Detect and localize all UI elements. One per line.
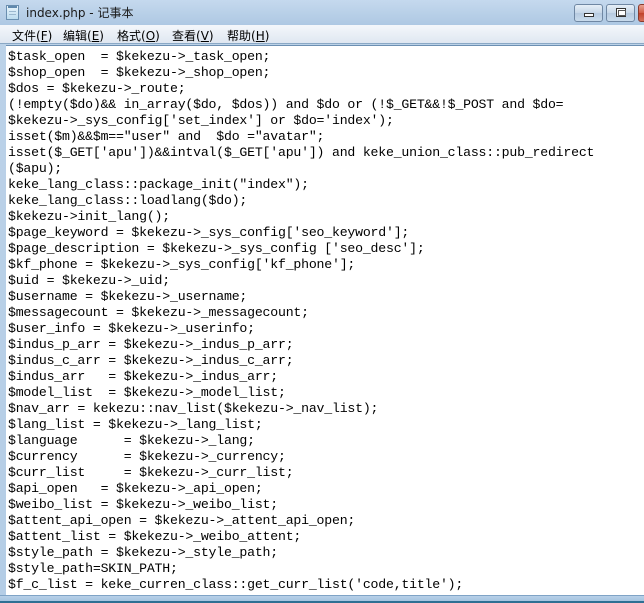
code-line: $weibo_list = $kekezu->_weibo_list;	[8, 497, 278, 512]
code-line: $uid = $kekezu->_uid;	[8, 273, 170, 288]
text-editor-area[interactable]: $task_open = $kekezu->_task_open; $shop_…	[6, 45, 644, 595]
menu-view[interactable]: 查看(V)	[172, 27, 214, 44]
menu-view-accel: V	[200, 29, 209, 43]
code-line: $kf_phone = $kekezu->_sys_config['kf_pho…	[8, 257, 356, 272]
maximize-button[interactable]	[606, 4, 635, 22]
code-line: $username = $kekezu->_username;	[8, 289, 248, 304]
code-line: $currency = $kekezu->_currency;	[8, 449, 286, 464]
window-title: index.php - 记事本	[26, 6, 134, 20]
menu-bar: 文件(F) 编辑(E) 格式(O) 查看(V) 帮助(H)	[0, 25, 644, 44]
code-line: keke_lang_class::loadlang($do);	[8, 193, 248, 208]
menu-help-label: 帮助	[227, 29, 252, 43]
minimize-icon	[584, 13, 594, 17]
code-line: $user_info = $kekezu->_userinfo;	[8, 321, 255, 336]
window-bottom-border	[0, 595, 644, 603]
code-line: $nav_arr = kekezu::nav_list($kekezu->_na…	[8, 401, 379, 416]
menu-format-accel: O	[145, 29, 156, 43]
menu-edit[interactable]: 编辑(E)	[63, 27, 104, 44]
code-line: ($apu);	[8, 161, 62, 176]
code-line: $style_path=SKIN_PATH;	[8, 561, 178, 576]
code-line: $lang_list = $kekezu->_lang_list;	[8, 417, 263, 432]
menu-edit-accel: E	[91, 29, 100, 43]
code-line: $api_open = $kekezu->_api_open;	[8, 481, 263, 496]
code-line: $f_c_list = keke_curren_class::get_curr_…	[8, 577, 464, 592]
code-line: $style_path = $kekezu->_style_path;	[8, 545, 278, 560]
code-line: isset($m)&&$m=="user" and $do ="avatar";	[8, 129, 325, 144]
code-line: $page_description = $kekezu->_sys_config…	[8, 241, 425, 256]
code-line: $messagecount = $kekezu->_messagecount;	[8, 305, 309, 320]
maximize-icon	[616, 8, 626, 17]
code-line: (!empty($do)&& in_array($do, $dos)) and …	[8, 97, 564, 112]
close-button[interactable]	[638, 4, 644, 22]
code-line: $page_keyword = $kekezu->_sys_config['se…	[8, 225, 410, 240]
menu-help-accel: H	[255, 29, 265, 43]
code-line: $attent_api_open = $kekezu->_attent_api_…	[8, 513, 356, 528]
code-line: $kekezu->_sys_config['set_index'] or $do…	[8, 113, 394, 128]
menu-file-accel: F	[40, 29, 48, 43]
code-line: $kekezu->init_lang();	[8, 209, 170, 224]
code-line: $indus_p_arr = $kekezu->_indus_p_arr;	[8, 337, 294, 352]
code-line: $model_list = $kekezu->_model_list;	[8, 385, 286, 400]
code-line: $shop_open = $kekezu->_shop_open;	[8, 65, 271, 80]
notepad-icon[interactable]	[6, 5, 19, 20]
menu-file[interactable]: 文件(F)	[12, 27, 52, 44]
notepad-window: index.php - 记事本 文件(F) 编辑(E) 格式(O) 查看(V) …	[0, 0, 644, 603]
menu-format-label: 格式	[117, 29, 142, 43]
code-line: $dos = $kekezu->_route;	[8, 81, 186, 96]
menu-edit-label: 编辑	[63, 29, 88, 43]
minimize-button[interactable]	[574, 4, 603, 22]
code-line: $curr_list = $kekezu->_curr_list;	[8, 465, 294, 480]
menu-file-label: 文件	[12, 29, 37, 43]
menu-view-label: 查看	[172, 29, 197, 43]
code-line: keke_lang_class::package_init("index");	[8, 177, 309, 192]
code-line: $task_open = $kekezu->_task_open;	[8, 49, 271, 64]
menu-format[interactable]: 格式(O)	[117, 27, 160, 44]
menu-help[interactable]: 帮助(H)	[227, 27, 269, 44]
code-line: $attent_list = $kekezu->_weibo_attent;	[8, 529, 302, 544]
code-line: $language = $kekezu->_lang;	[8, 433, 255, 448]
code-line: $indus_arr = $kekezu->_indus_arr;	[8, 369, 278, 384]
code-line: isset($_GET['apu'])&&intval($_GET['apu']…	[8, 145, 595, 160]
title-bar[interactable]: index.php - 记事本	[0, 0, 644, 25]
code-line: $indus_c_arr = $kekezu->_indus_c_arr;	[8, 353, 294, 368]
